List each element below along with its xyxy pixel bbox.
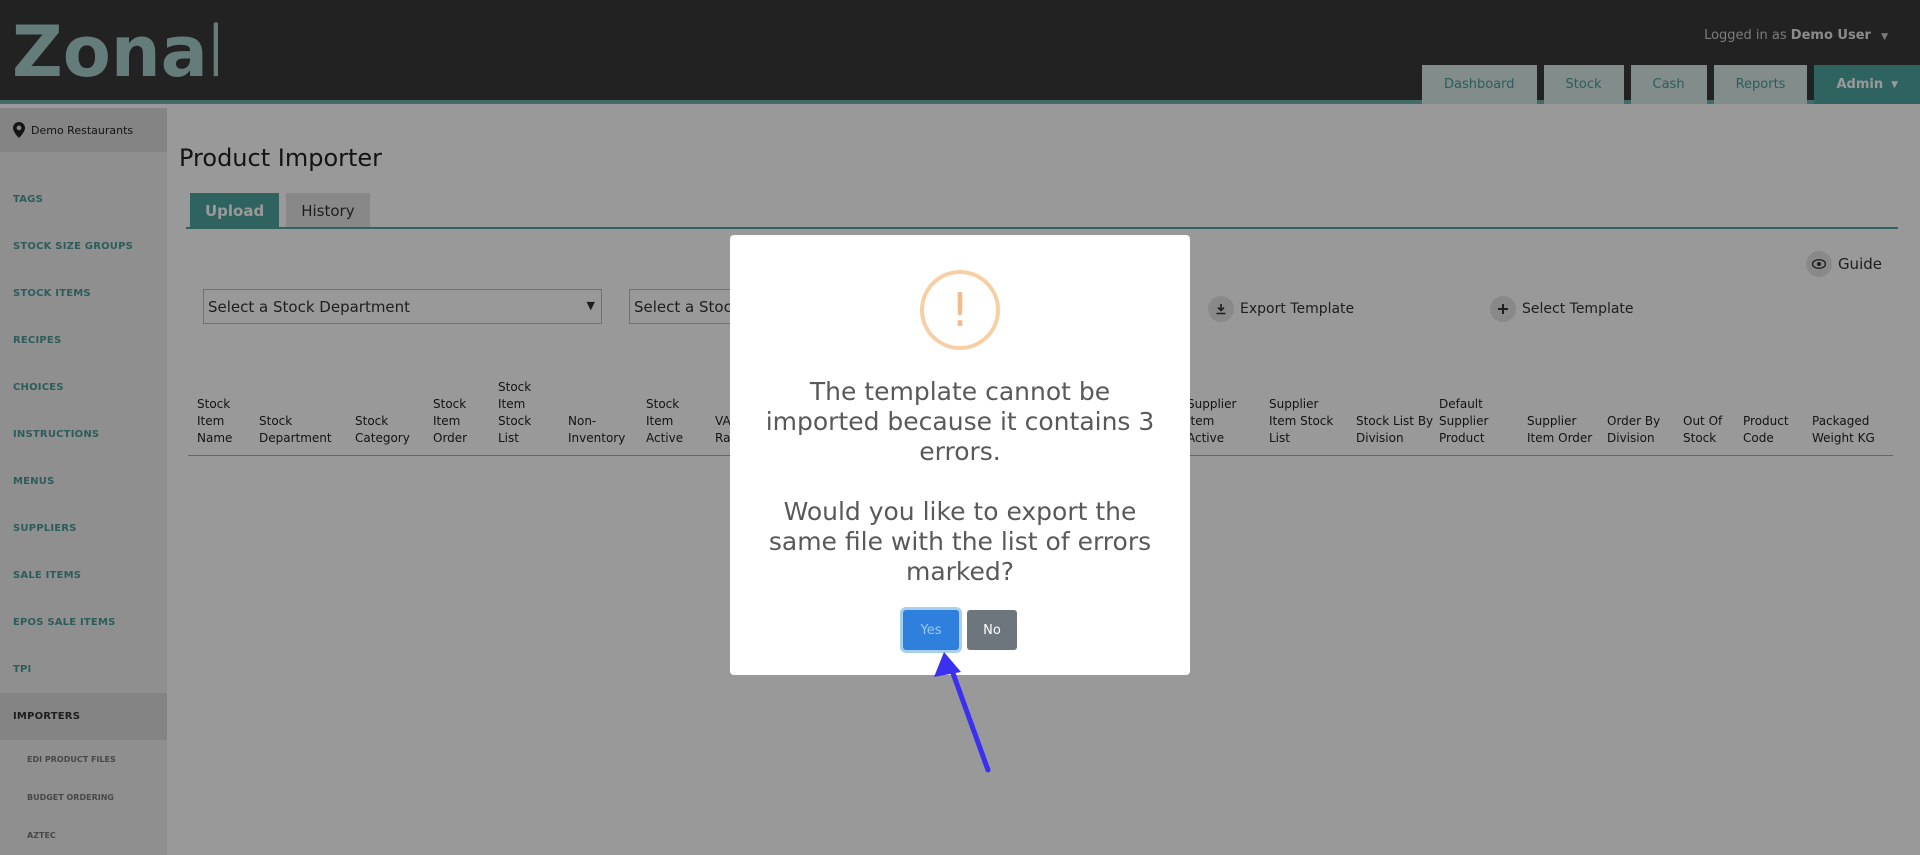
no-button[interactable]: No [967, 610, 1017, 650]
dialog-buttons: Yes No [730, 610, 1190, 650]
dialog-message-question: Would you like to export the same file w… [768, 497, 1152, 586]
dialog-message: The template cannot be imported because … [750, 377, 1170, 587]
error-confirm-dialog: ! The template cannot be imported becaus… [730, 235, 1190, 675]
yes-button[interactable]: Yes [903, 610, 959, 650]
dialog-message-errors: The template cannot be imported because … [765, 377, 1155, 466]
warning-icon: ! [920, 270, 1000, 350]
